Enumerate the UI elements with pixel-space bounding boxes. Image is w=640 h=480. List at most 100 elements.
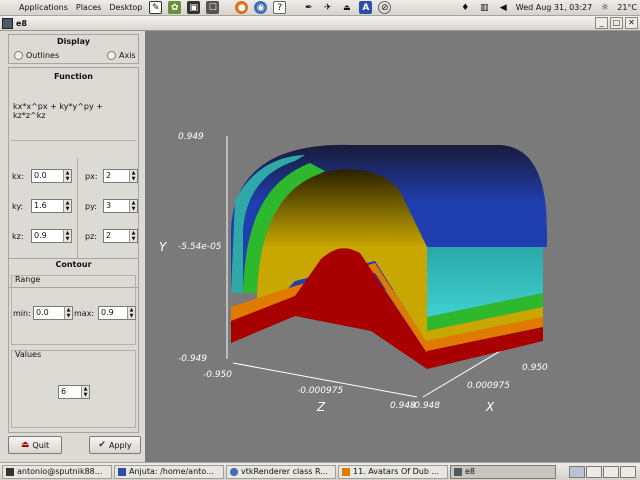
range-group: Range min: 0.0 ▲ ▼ max: 0.9 ▲ ▼ — [11, 275, 136, 345]
max-label: max: — [74, 309, 95, 318]
kx-spin-arrows[interactable]: ▲ ▼ — [63, 170, 71, 182]
eject-launcher-icon[interactable]: ⏏ — [340, 1, 353, 14]
range-label: Range — [15, 275, 41, 284]
ky-spin-arrows[interactable]: ▲ ▼ — [63, 200, 71, 212]
task-browser-label: vtkRenderer class R... — [241, 466, 328, 476]
px-spinbox[interactable]: 2 ▲ ▼ — [103, 169, 138, 183]
function-group: Function kx*x^px + ky*y^py + kz*z^kz kx:… — [8, 67, 139, 288]
editor-launcher-icon[interactable]: ✒ — [302, 1, 315, 14]
quit-label: Quit — [32, 440, 50, 450]
anjuta-launcher-icon[interactable]: A — [359, 1, 373, 14]
pz-label: pz: — [85, 232, 97, 241]
y-tick-mid: -5.54e-05 — [178, 242, 222, 252]
axis-radio[interactable] — [107, 51, 116, 60]
maximize-button[interactable]: □ — [610, 17, 623, 29]
e8-task-icon — [454, 467, 462, 476]
workspace-2[interactable] — [586, 465, 602, 478]
stop-launcher-icon[interactable]: ⊘ — [378, 1, 392, 14]
task-music[interactable]: 11. Avatars Of Dub ... — [338, 464, 448, 479]
min-spin-arrows[interactable]: ▲ ▼ — [64, 307, 72, 319]
max-spinbox[interactable]: 0.9 ▲ ▼ — [98, 306, 136, 320]
notification-icon[interactable]: ♦ — [459, 1, 472, 14]
anjuta-task-icon — [118, 467, 126, 476]
bird-launcher-icon[interactable]: ✈ — [321, 1, 334, 14]
minimize-button[interactable]: _ — [595, 17, 608, 29]
workspace-1[interactable] — [569, 465, 585, 478]
x-tick-start: -0.948 — [411, 401, 440, 411]
music-task-icon — [342, 467, 350, 476]
top-panel: Applications Places Desktop ✎ ✿ ▣ ☐ ● ◉ … — [0, 0, 640, 16]
kx-value[interactable]: 0.0 — [32, 170, 63, 182]
contour-group: Contour Range min: 0.0 ▲ ▼ max: 0.9 ▲ ▼ Va… — [8, 258, 139, 433]
task-e8[interactable]: e8 — [450, 464, 556, 479]
py-value[interactable]: 3 — [104, 200, 129, 212]
min-value[interactable]: 0.0 — [34, 307, 64, 319]
workspace-3[interactable] — [603, 465, 619, 478]
pz-spinbox[interactable]: 2 ▲ ▼ — [103, 229, 138, 243]
desktop-menu[interactable]: Desktop — [105, 0, 146, 16]
quit-button[interactable]: ⏏ Quit — [8, 436, 62, 454]
apply-label: Apply — [108, 440, 132, 450]
vtk-render-view[interactable]: Y 0.949 -5.54e-05 -0.949 -0.950 -0.00097… — [145, 31, 640, 462]
gnome-launcher-icon[interactable]: ☐ — [206, 1, 220, 14]
firefox-launcher-icon[interactable]: ● — [235, 1, 249, 14]
z-axis-label: Z — [316, 400, 326, 414]
max-value[interactable]: 0.9 — [99, 307, 127, 319]
min-spinbox[interactable]: 0.0 ▲ ▼ — [33, 306, 73, 320]
workspace-switcher — [569, 465, 636, 478]
apply-check-icon: ✔ — [98, 440, 106, 450]
task-terminal[interactable]: antonio@sputnik88... — [2, 464, 112, 479]
function-divider — [11, 140, 136, 141]
kz-value[interactable]: 0.9 — [32, 230, 63, 242]
network-icon[interactable]: ▥ — [478, 1, 491, 14]
pz-value[interactable]: 2 — [104, 230, 129, 242]
kz-spinbox[interactable]: 0.9 ▲ ▼ — [31, 229, 72, 243]
places-menu[interactable]: Places — [72, 0, 105, 16]
thunderbird-launcher-icon[interactable]: ◉ — [254, 1, 268, 14]
inkscape-launcher-icon[interactable]: ✎ — [149, 1, 163, 14]
terminal-launcher-icon[interactable]: ▣ — [187, 1, 201, 14]
bottom-taskbar: antonio@sputnik88... Anjuta: /home/anto.… — [0, 462, 640, 480]
close-button[interactable]: ✕ — [625, 17, 638, 29]
px-spin-arrows[interactable]: ▲ ▼ — [129, 170, 137, 182]
task-browser[interactable]: vtkRenderer class R... — [226, 464, 336, 479]
contour-heading: Contour — [55, 260, 92, 269]
min-label: min: — [13, 309, 31, 318]
py-spin-arrows[interactable]: ▲ ▼ — [129, 200, 137, 212]
axis-label: Axis — [119, 51, 136, 60]
values-spinbox[interactable]: 6 ▲ ▼ — [58, 385, 90, 399]
clock[interactable]: Wed Aug 31, 03:27 — [513, 3, 595, 12]
window-menu-icon[interactable] — [2, 17, 13, 29]
control-panel: Display Outlines Axis Function kx*x^px +… — [0, 31, 145, 462]
isosurface-plot[interactable]: Y 0.949 -5.54e-05 -0.949 -0.950 -0.00097… — [145, 31, 640, 462]
window-title-bar[interactable]: e8 _ □ ✕ — [0, 16, 640, 31]
task-terminal-label: antonio@sputnik88... — [17, 466, 103, 476]
kz-spin-arrows[interactable]: ▲ ▼ — [63, 230, 71, 242]
task-e8-label: e8 — [465, 466, 476, 476]
task-anjuta[interactable]: Anjuta: /home/anto... — [114, 464, 224, 479]
py-spinbox[interactable]: 3 ▲ ▼ — [103, 199, 138, 213]
kx-spinbox[interactable]: 0.0 ▲ ▼ — [31, 169, 72, 183]
z-tick-mid: -0.000975 — [297, 386, 343, 396]
weather-temperature[interactable]: 21°C — [614, 3, 640, 12]
y-tick-bottom: -0.949 — [178, 354, 207, 364]
values-value[interactable]: 6 — [59, 386, 81, 398]
x-axis-label: X — [485, 400, 495, 414]
volume-icon[interactable]: ◀ — [497, 1, 510, 14]
ky-value[interactable]: 1.6 — [32, 200, 63, 212]
pz-spin-arrows[interactable]: ▲ ▼ — [129, 230, 137, 242]
applications-menu[interactable]: Applications — [15, 0, 72, 16]
x-tick-mid: 0.000975 — [467, 381, 510, 391]
px-value[interactable]: 2 — [104, 170, 129, 182]
apply-button[interactable]: ✔ Apply — [89, 436, 141, 454]
px-label: px: — [85, 172, 98, 181]
gimp-launcher-icon[interactable]: ✿ — [168, 1, 182, 14]
ky-spinbox[interactable]: 1.6 ▲ ▼ — [31, 199, 72, 213]
foot-menu-icon[interactable] — [3, 1, 12, 14]
outlines-radio[interactable] — [14, 51, 23, 60]
workspace-4[interactable] — [620, 465, 636, 478]
values-group: Values 6 ▲ ▼ — [11, 350, 136, 428]
values-spin-arrows[interactable]: ▲ ▼ — [81, 386, 89, 398]
max-spin-arrows[interactable]: ▲ ▼ — [127, 307, 135, 319]
help-launcher-icon[interactable]: ? — [273, 1, 287, 14]
